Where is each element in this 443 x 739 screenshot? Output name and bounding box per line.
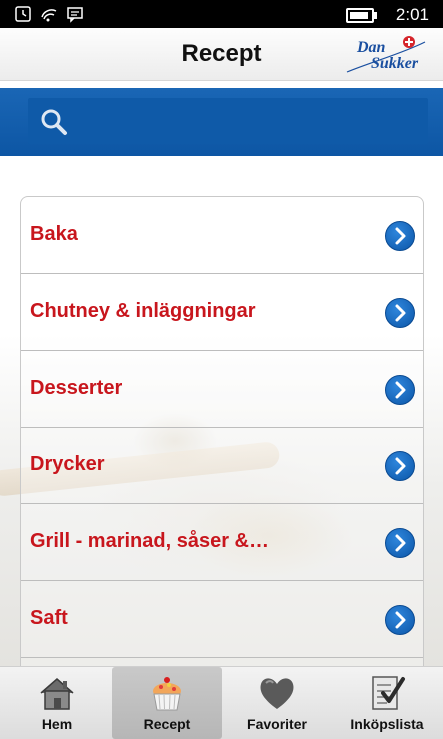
bottom-tab-bar: Hem Recept Favoriter Inköpslista bbox=[0, 666, 443, 739]
tab-label: Recept bbox=[143, 716, 191, 732]
list-item-label: Saft bbox=[30, 607, 68, 629]
list-item-label: Baka bbox=[30, 223, 78, 245]
chevron-right-icon[interactable] bbox=[385, 375, 415, 405]
wifi-icon bbox=[41, 9, 57, 22]
tab-recept[interactable]: Recept bbox=[112, 667, 222, 739]
status-icons bbox=[14, 5, 84, 23]
tab-label: Favoriter bbox=[247, 716, 307, 732]
chevron-right-icon[interactable] bbox=[385, 451, 415, 481]
chevron-right-icon[interactable] bbox=[385, 528, 415, 558]
house-icon bbox=[40, 678, 74, 710]
list-item-drycker[interactable]: Drycker bbox=[21, 427, 423, 504]
list-item-label: Grill - marinad, såser &… bbox=[30, 530, 269, 552]
chevron-right-icon[interactable] bbox=[385, 605, 415, 635]
search-input[interactable] bbox=[78, 98, 420, 146]
status-bar: 2:01 bbox=[0, 0, 443, 28]
list-item-label: Drycker bbox=[30, 453, 105, 475]
tab-label: Inköpslista bbox=[350, 716, 424, 732]
tab-inkopslista[interactable]: Inköpslista bbox=[332, 667, 442, 739]
heart-icon bbox=[260, 678, 294, 709]
list-item-label: Desserter bbox=[30, 377, 123, 399]
search-icon[interactable] bbox=[40, 108, 68, 136]
tab-favoriter[interactable]: Favoriter bbox=[222, 667, 332, 739]
list-item-saft[interactable]: Saft bbox=[21, 581, 423, 658]
tab-hem[interactable]: Hem bbox=[2, 667, 112, 739]
category-list: Baka Chutney & inläggningar Desserter Dr… bbox=[20, 196, 424, 667]
checklist-icon bbox=[372, 676, 405, 710]
list-item-label: Chutney & inläggningar bbox=[30, 300, 256, 322]
list-item-baka[interactable]: Baka bbox=[21, 197, 423, 274]
search-bar bbox=[0, 88, 443, 156]
dansukker-logo: Dan Sukker bbox=[346, 36, 426, 73]
app-header: Recept Dan Sukker bbox=[0, 28, 443, 81]
logo-text-2: Sukker bbox=[371, 55, 419, 72]
search-box[interactable] bbox=[28, 98, 428, 146]
list-item-desserter[interactable]: Desserter bbox=[21, 351, 423, 428]
status-time: 2:01 bbox=[395, 5, 429, 24]
list-item-chutney[interactable]: Chutney & inläggningar bbox=[21, 274, 423, 351]
chevron-right-icon[interactable] bbox=[385, 221, 415, 251]
list-item-grill[interactable]: Grill - marinad, såser &… bbox=[21, 504, 423, 581]
message-icon bbox=[67, 7, 83, 23]
logo-text-1: Dan bbox=[356, 39, 386, 56]
chevron-right-icon[interactable] bbox=[385, 298, 415, 328]
quiet-hours-icon bbox=[15, 6, 31, 22]
tab-label: Hem bbox=[41, 716, 73, 732]
cupcake-icon bbox=[153, 677, 181, 711]
battery-icon bbox=[345, 7, 377, 23]
